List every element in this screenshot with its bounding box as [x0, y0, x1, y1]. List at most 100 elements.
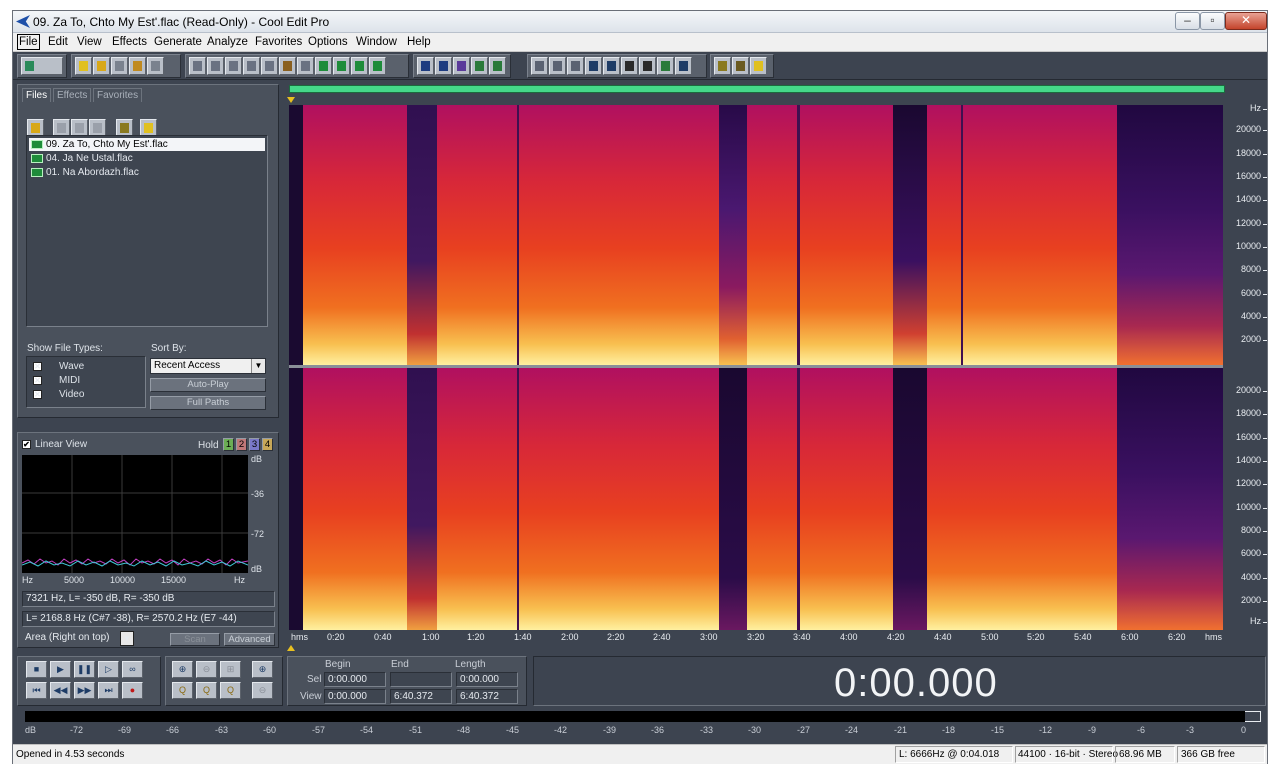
hz-label-10000: 10000: [110, 575, 136, 585]
hold-slot-2[interactable]: 2: [236, 438, 247, 451]
full-paths-button[interactable]: Full Paths: [150, 396, 266, 410]
save-as-icon[interactable]: [129, 57, 146, 75]
hold-slot-3[interactable]: 3: [249, 438, 260, 451]
tab-effects[interactable]: Effects: [53, 88, 92, 102]
edit-view-toggle-icon[interactable]: [21, 57, 63, 75]
scan-button[interactable]: Scan: [170, 633, 220, 646]
time-tick: 0:40: [374, 632, 392, 642]
menu-view[interactable]: View: [77, 36, 102, 48]
hold-label: Hold: [198, 440, 219, 451]
wave-checkbox[interactable]: ✕: [33, 362, 42, 371]
waveform-display[interactable]: Hz 20000 18000 16000 14000 12000 10000 8…: [283, 81, 1268, 651]
time-display: 0:00.000: [533, 656, 1266, 706]
time-tick: 6:00: [1121, 632, 1139, 642]
time-tick: 4:20: [887, 632, 905, 642]
level-tick: -33: [700, 725, 714, 735]
level-tick: -30: [748, 725, 762, 735]
auto-play-button[interactable]: Auto-Play: [150, 378, 266, 392]
sort-by-select[interactable]: Recent Access ▼: [150, 358, 266, 374]
time-tick: 2:20: [607, 632, 625, 642]
open-file-icon[interactable]: [93, 57, 110, 75]
save-all-icon[interactable]: [147, 57, 164, 75]
level-tick: -9: [1088, 725, 1097, 735]
clip-indicator: [1245, 711, 1261, 722]
rewind-icon[interactable]: ◀◀: [50, 682, 71, 699]
play-to-end-icon[interactable]: ▷: [98, 661, 119, 678]
list-item[interactable]: 04. Ja Ne Ustal.flac: [29, 152, 265, 165]
time-tick: 3:00: [700, 632, 718, 642]
status-cursor: L: 6666Hz @ 0:04.018: [899, 749, 1000, 760]
list-item[interactable]: 01. Na Abordazh.flac: [29, 166, 265, 179]
linear-view-checkbox[interactable]: ✔: [22, 440, 31, 449]
tab-favorites[interactable]: Favorites: [93, 88, 143, 102]
menu-file[interactable]: File: [17, 34, 40, 50]
level-tick: -48: [457, 725, 471, 735]
level-tick: -72: [70, 725, 84, 735]
app-icon[interactable]: [16, 15, 30, 28]
status-bar: Opened in 4.53 seconds L: 6666Hz @ 0:04.…: [13, 744, 1267, 764]
db-label-top: dB: [251, 454, 263, 464]
wave-file-icon: [31, 140, 43, 149]
current-time: 0:00.000: [834, 661, 998, 705]
file-list[interactable]: 09. Za To, Chto My Est'.flac 04. Ja Ne U…: [26, 135, 268, 327]
repeat-icon[interactable]: [225, 57, 242, 75]
advanced-button[interactable]: Advanced: [224, 633, 275, 646]
stop-icon[interactable]: ■: [26, 661, 47, 678]
save-icon[interactable]: [111, 57, 128, 75]
zoom-full-icon[interactable]: ⊞: [220, 661, 241, 678]
level-tick: -69: [118, 725, 132, 735]
zoom-selection-icon[interactable]: Q: [196, 682, 217, 699]
level-tick: -39: [603, 725, 617, 735]
tab-files[interactable]: Files: [22, 88, 52, 102]
video-checkbox[interactable]: ✕: [33, 390, 42, 399]
new-file-icon[interactable]: [75, 57, 92, 75]
redo-icon[interactable]: [207, 57, 224, 75]
hold-slot-4[interactable]: 4: [262, 438, 273, 451]
zoom-left-icon[interactable]: Q: [172, 682, 193, 699]
clipboard-icon[interactable]: [261, 57, 278, 75]
list-item[interactable]: 09. Za To, Chto My Est'.flac: [29, 138, 265, 151]
time-tick: 4:00: [840, 632, 858, 642]
play-icon[interactable]: ▶: [50, 661, 71, 678]
time-tick: 5:00: [981, 632, 999, 642]
undo-icon[interactable]: [189, 57, 206, 75]
record-icon[interactable]: ●: [122, 682, 143, 699]
zoom-in-horizontal-icon[interactable]: ⊕: [172, 661, 193, 678]
zoom-in-vertical-icon[interactable]: ⊕: [252, 661, 273, 678]
selection-view-panel: Begin End Length Sel View 0:00.000 0:00.…: [287, 656, 527, 706]
time-tick: hms: [1205, 632, 1223, 642]
go-to-beginning-icon[interactable]: ⏮: [26, 682, 47, 699]
menu-edit[interactable]: Edit: [48, 36, 68, 48]
cursor-readout: 7321 Hz, L= -350 dB, R= -350 dB: [22, 591, 275, 607]
view-end-field[interactable]: 6:40.372: [390, 689, 452, 704]
sel-end-field[interactable]: [390, 672, 452, 687]
menu-analyze[interactable]: Analyze: [207, 36, 248, 48]
view-length-field[interactable]: 6:40.372: [456, 689, 518, 704]
view-begin-field[interactable]: 0:00.000: [324, 689, 386, 704]
display-mode-select[interactable]: Area (Right on top) ▼: [22, 631, 134, 646]
zoom-right-icon[interactable]: Q: [220, 682, 241, 699]
pause-icon[interactable]: ❚❚: [74, 661, 95, 678]
go-to-end-icon[interactable]: ⏭: [98, 682, 119, 699]
level-tick: -36: [651, 725, 665, 735]
sel-begin-field[interactable]: 0:00.000: [324, 672, 386, 687]
sel-length-field[interactable]: 0:00.000: [456, 672, 518, 687]
time-tick: 2:00: [561, 632, 579, 642]
menu-generate[interactable]: Generate: [154, 36, 202, 48]
end-marker-icon[interactable]: [287, 645, 295, 651]
time-axis: hms 0:20 0:40 1:00 1:20 1:40 2:00 2:20 2…: [283, 11, 1267, 651]
level-tick: -21: [894, 725, 908, 735]
level-meter: dB -72 -69 -66 -63 -60 -57 -54 -51 -48 -…: [13, 708, 1267, 742]
fast-forward-icon[interactable]: ▶▶: [74, 682, 95, 699]
zoom-out-horizontal-icon[interactable]: ⊖: [196, 661, 217, 678]
copy-new-icon[interactable]: [243, 57, 260, 75]
frequency-analysis-panel: ✔ Linear View Hold 1 2 3 4 dB -36 -72 dB…: [17, 432, 279, 648]
midi-checkbox[interactable]: ✕: [33, 376, 42, 385]
length-label: Length: [455, 659, 486, 670]
hold-slot-1[interactable]: 1: [223, 438, 234, 451]
loop-icon[interactable]: ∞: [122, 661, 143, 678]
menu-effects[interactable]: Effects: [112, 36, 147, 48]
zoom-out-vertical-icon[interactable]: ⊖: [252, 682, 273, 699]
db-label-36: -36: [251, 489, 265, 499]
time-tick: 6:20: [1168, 632, 1186, 642]
